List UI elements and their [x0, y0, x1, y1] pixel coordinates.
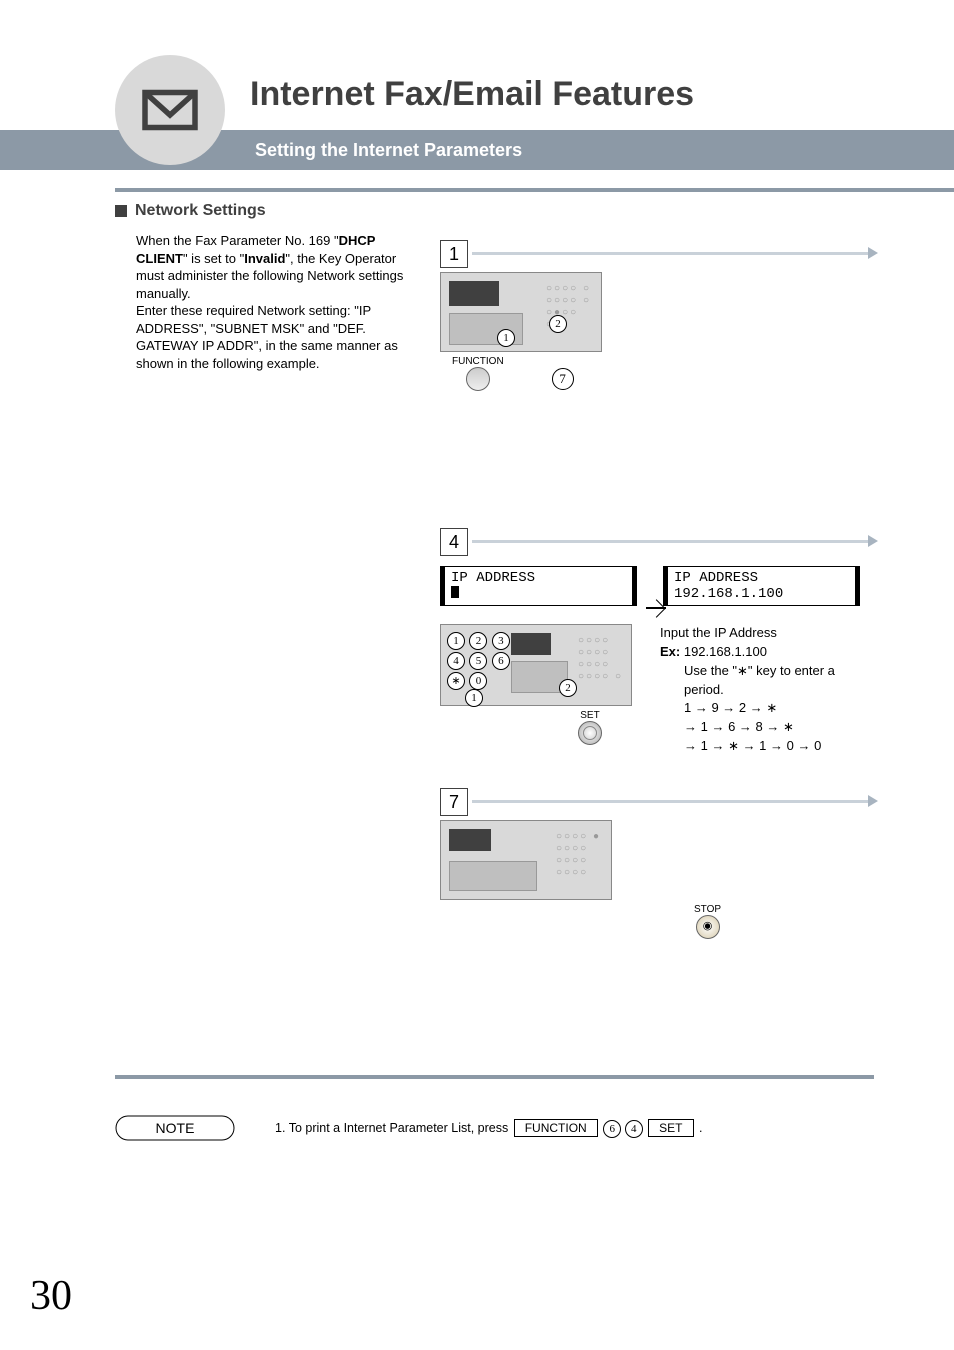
key-icon: 1: [447, 632, 465, 650]
page-subtitle: Setting the Internet Parameters: [255, 140, 522, 161]
key-sequence: 1 → 9 → 2 → ∗: [660, 699, 844, 718]
instruction-text: Input the IP Address: [660, 624, 844, 643]
key-sequence: → 1 → 6 → 8 → ∗: [660, 718, 844, 737]
key-6-icon: 6: [603, 1120, 621, 1138]
step-4-instructions: Input the IP Address Ex: 192.168.1.100 U…: [660, 624, 844, 756]
note-fragment: To print a Internet Parameter List, pres…: [289, 1121, 512, 1135]
stop-button-label: STOP: [555, 904, 860, 915]
step-number: 4: [440, 528, 468, 556]
set-keycap: SET: [648, 1119, 693, 1137]
key-icon: 0: [469, 672, 487, 690]
intro-text-fragment: " is set to ": [183, 251, 244, 266]
key-icon: ∗: [447, 672, 465, 690]
step-number: 7: [440, 788, 468, 816]
feature-icon: [115, 55, 225, 165]
section-bullet-icon: [115, 205, 127, 217]
stop-button-icon: ◉: [696, 915, 720, 939]
key-icon: 3: [492, 632, 510, 650]
key-icon: 6: [492, 652, 510, 670]
note-fragment: .: [699, 1121, 702, 1135]
set-button-label: SET: [548, 710, 632, 721]
function-button-icon: [466, 367, 490, 391]
key-7-icon: 7: [552, 368, 574, 390]
page-number: 30: [30, 1272, 72, 1320]
instruction-bold: Ex:: [660, 644, 680, 659]
step-4: 4 IP ADDRESS IP ADDRESS 192.168.1.100 1 …: [440, 520, 860, 756]
control-panel-diagram: 1 2 3 4 5 6 ∗ 0 ○○○○○○○○○○○○○: [440, 624, 632, 706]
intro-text-fragment: Enter these required Network setting: "I…: [136, 303, 398, 371]
header-bar: Internet Fax/Email Features: [240, 62, 954, 127]
flow-arrow: [472, 800, 870, 803]
callout-2-icon: 2: [559, 679, 577, 697]
lcd-display: IP ADDRESS 192.168.1.100: [663, 566, 860, 606]
instruction-text: Use the "∗" key to enter a period.: [660, 662, 844, 700]
step-1: 1 ○○○○ ○○○○○ ○○●○○○○ 1 2 FUNCTION 7: [440, 232, 860, 396]
control-panel-diagram: ○○○○ ○○○○○ ○○●○○○○ 1 2: [440, 272, 602, 352]
page-title: Internet Fax/Email Features: [250, 75, 694, 114]
note-text: 1. To print a Internet Parameter List, p…: [275, 1119, 702, 1138]
key-icon: 5: [469, 652, 487, 670]
key-sequence: → 1 → ∗ → 1 → 0 → 0: [660, 737, 844, 756]
callout-2-icon: 2: [549, 315, 567, 333]
key-icon: 2: [469, 632, 487, 650]
function-keycap: FUNCTION: [514, 1119, 598, 1137]
callout-1-icon: 1: [465, 689, 483, 707]
lcd-line: IP ADDRESS: [674, 570, 758, 586]
footer-rule: [115, 1075, 874, 1079]
callout-1-icon: 1: [497, 329, 515, 347]
section-title: Network Settings: [135, 202, 266, 220]
key-icon: 4: [447, 652, 465, 670]
header-rule: [115, 188, 954, 192]
function-button-label: FUNCTION: [452, 356, 504, 367]
control-panel-diagram: ○○○○ ●○○○○○○○○○○○○: [440, 820, 612, 900]
lcd-line: 192.168.1.100: [674, 586, 783, 602]
section-header: Network Settings: [115, 202, 874, 220]
intro-text-bold: Invalid: [244, 251, 285, 266]
note-badge: NOTE: [115, 1115, 235, 1141]
note-number: 1.: [275, 1121, 285, 1135]
note-label: NOTE: [156, 1120, 195, 1136]
intro-text-fragment: When the Fax Parameter No. 169 ": [136, 233, 339, 248]
intro-text: When the Fax Parameter No. 169 "DHCP CLI…: [136, 232, 418, 372]
step-number: 1: [440, 240, 468, 268]
lcd-display: IP ADDRESS: [440, 566, 637, 606]
cursor-icon: [451, 586, 459, 598]
flow-arrow: [472, 540, 870, 543]
lcd-line: IP ADDRESS: [451, 570, 535, 586]
flow-arrow: [472, 252, 870, 255]
set-button-icon: [578, 721, 602, 745]
step-7: 7 ○○○○ ●○○○○○○○○○○○○ STOP ◉: [440, 780, 860, 939]
key-4-icon: 4: [625, 1120, 643, 1138]
instruction-text: 192.168.1.100: [680, 644, 767, 659]
note-row: NOTE 1. To print a Internet Parameter Li…: [115, 1115, 874, 1141]
envelope-icon: [140, 80, 200, 140]
